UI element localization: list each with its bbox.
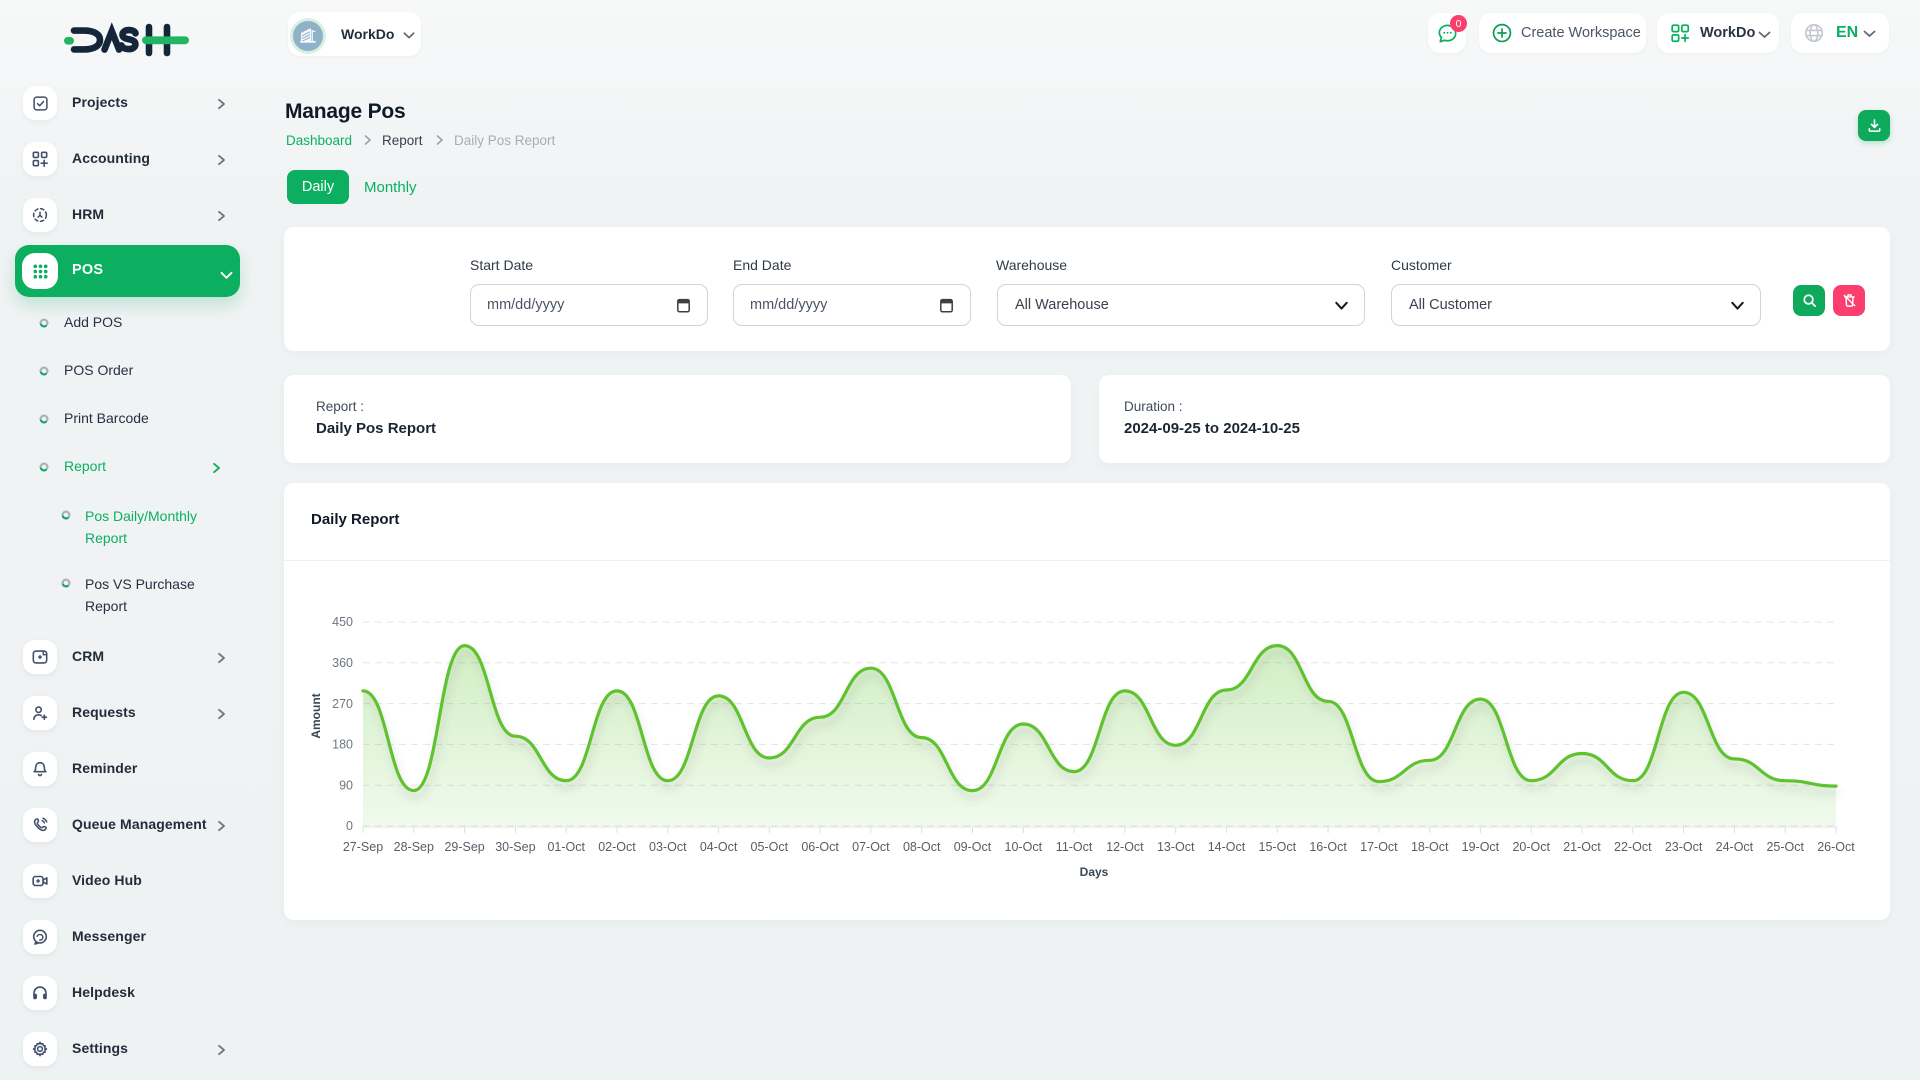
svg-text:03-Oct: 03-Oct: [649, 840, 687, 854]
svg-text:21-Oct: 21-Oct: [1563, 840, 1601, 854]
svg-text:12-Oct: 12-Oct: [1106, 840, 1144, 854]
svg-text:450: 450: [332, 615, 353, 629]
svg-text:02-Oct: 02-Oct: [598, 840, 636, 854]
svg-text:06-Oct: 06-Oct: [801, 840, 839, 854]
svg-text:22-Oct: 22-Oct: [1614, 840, 1652, 854]
svg-text:18-Oct: 18-Oct: [1411, 840, 1449, 854]
svg-text:26-Oct: 26-Oct: [1817, 840, 1855, 854]
svg-text:19-Oct: 19-Oct: [1462, 840, 1500, 854]
svg-text:14-Oct: 14-Oct: [1208, 840, 1246, 854]
svg-text:27-Sep: 27-Sep: [343, 840, 383, 854]
svg-text:05-Oct: 05-Oct: [751, 840, 789, 854]
svg-text:16-Oct: 16-Oct: [1309, 840, 1347, 854]
svg-text:28-Sep: 28-Sep: [394, 840, 434, 854]
svg-text:90: 90: [339, 778, 353, 792]
svg-text:270: 270: [332, 697, 353, 711]
svg-text:11-Oct: 11-Oct: [1056, 840, 1093, 854]
svg-text:Amount: Amount: [309, 693, 323, 738]
svg-text:04-Oct: 04-Oct: [700, 840, 738, 854]
svg-text:180: 180: [332, 738, 353, 752]
svg-text:01-Oct: 01-Oct: [547, 840, 585, 854]
svg-text:29-Sep: 29-Sep: [444, 840, 484, 854]
svg-text:13-Oct: 13-Oct: [1157, 840, 1195, 854]
svg-text:09-Oct: 09-Oct: [954, 840, 992, 854]
svg-text:30-Sep: 30-Sep: [495, 840, 535, 854]
svg-text:10-Oct: 10-Oct: [1005, 840, 1043, 854]
svg-text:23-Oct: 23-Oct: [1665, 840, 1703, 854]
svg-text:20-Oct: 20-Oct: [1512, 840, 1550, 854]
svg-text:25-Oct: 25-Oct: [1766, 840, 1804, 854]
svg-text:0: 0: [346, 819, 353, 833]
svg-text:24-Oct: 24-Oct: [1716, 840, 1754, 854]
svg-text:Days: Days: [1080, 865, 1109, 879]
svg-text:08-Oct: 08-Oct: [903, 840, 941, 854]
svg-text:360: 360: [332, 656, 353, 670]
svg-text:17-Oct: 17-Oct: [1360, 840, 1398, 854]
svg-text:15-Oct: 15-Oct: [1259, 840, 1297, 854]
svg-text:07-Oct: 07-Oct: [852, 840, 890, 854]
